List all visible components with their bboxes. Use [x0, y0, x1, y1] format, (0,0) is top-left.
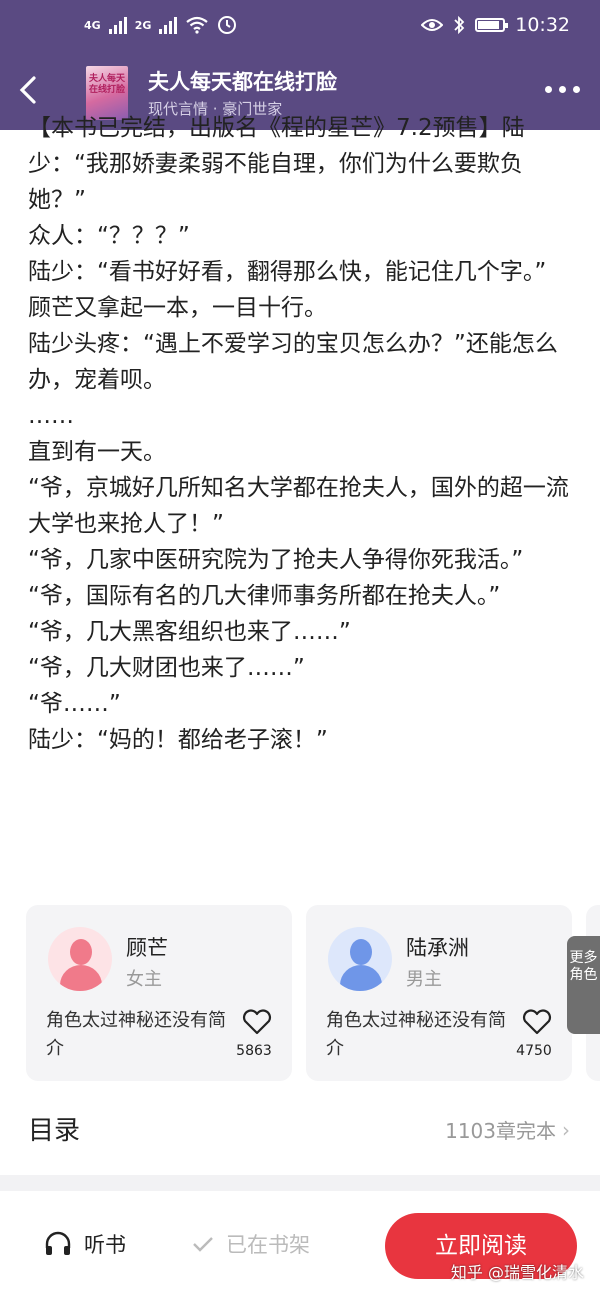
more-menu-icon[interactable]: [545, 86, 580, 93]
section-divider: [0, 1175, 600, 1191]
synopsis-paragraph: “爷，几家中医研究院为了抢夫人争得你死我活。”: [28, 547, 524, 573]
book-title: 夫人每天都在线打脸: [148, 70, 337, 94]
wifi-icon: [186, 16, 209, 34]
synopsis-paragraph: “爷，几大财团也来了……”: [28, 655, 305, 681]
listen-button[interactable]: 听书: [44, 1229, 126, 1259]
book-synopsis: 【本书已完结，出版名《程的星芒》7.2预售】陆少：“我那娇妻柔弱不能自理，你们为…: [28, 110, 580, 860]
synopsis-paragraph: “爷……”: [28, 691, 121, 717]
synopsis-paragraph: 【本书已完结，出版名《程的星芒》7.2预售】陆少：“我那娇妻柔弱不能自理，你们为…: [28, 115, 525, 213]
synopsis-paragraph: 陆少：“妈的！都给老子滚！”: [28, 727, 328, 753]
heart-icon[interactable]: [522, 1009, 552, 1035]
eye-icon: [421, 19, 444, 31]
catalog-title: 目录: [28, 1116, 81, 1146]
chapter-count: 1103章完本: [445, 1119, 556, 1143]
character-avatar: [328, 927, 392, 991]
synopsis-paragraph: “爷，京城好几所知名大学都在抢夫人，国外的超一流大学也来抢人了！”: [28, 475, 569, 537]
like-count: 5863: [236, 1043, 272, 1059]
battery-icon: [475, 18, 509, 32]
more-roles-button[interactable]: 更多角色: [567, 936, 600, 1034]
heart-icon[interactable]: [242, 1009, 272, 1035]
character-role: 男主: [406, 969, 442, 990]
check-icon: [193, 1237, 213, 1252]
synopsis-paragraph: “爷，几大黑客组织也来了……”: [28, 619, 351, 645]
timer-icon: [218, 16, 237, 34]
signal-bars-icon: [159, 16, 178, 34]
character-description: 角色太过神秘还没有简介: [326, 1010, 506, 1059]
bottom-action-bar: 听书 已在书架 立即阅读: [0, 1191, 600, 1300]
character-description: 角色太过神秘还没有简介: [46, 1010, 226, 1059]
synopsis-paragraph: 陆少头疼：“遇上不爱学习的宝贝怎么办？”还能怎么办，宠着呗。: [28, 331, 558, 393]
clock: 10:32: [515, 14, 570, 36]
back-arrow-icon[interactable]: [14, 70, 44, 110]
synopsis-paragraph: 直到有一天。: [28, 439, 166, 465]
character-card[interactable]: 陆承洲 男主 角色太过神秘还没有简介 4750: [306, 905, 572, 1081]
character-list: 顾芒 女主 角色太过神秘还没有简介 5863 陆承洲 男主 角色太过神秘还没有简…: [0, 905, 600, 1083]
watermark: 知乎 @瑞雪化清水: [450, 1263, 584, 1282]
shelf-label: 已在书架: [226, 1233, 310, 1257]
synopsis-paragraph: 众人：“？？？”: [28, 223, 190, 249]
bookshelf-status: 已在书架: [192, 1229, 310, 1259]
signal-label-1: 4G: [84, 18, 101, 32]
character-avatar: [48, 927, 112, 991]
bluetooth-icon: [454, 15, 465, 35]
synopsis-paragraph: 陆少：“看书好好看，翻得那么快，能记住几个字。”: [28, 259, 547, 285]
synopsis-paragraph: 顾芒又拿起一本，一目十行。: [28, 295, 327, 321]
headphones-icon: [45, 1231, 71, 1255]
cover-text: 夫人每天在线打脸: [89, 74, 126, 95]
status-bar: 4G 2G 10:32: [0, 0, 600, 50]
character-name: 陆承洲: [406, 936, 469, 960]
status-right: 10:32: [421, 12, 570, 38]
synopsis-paragraph: ……: [28, 403, 74, 429]
catalog-link[interactable]: 1103章完本 ›: [445, 1115, 570, 1144]
listen-label: 听书: [84, 1233, 126, 1257]
synopsis-paragraph: “爷，国际有名的几大律师事务所都在抢夫人。”: [28, 583, 501, 609]
signal-indicators: 4G 2G: [84, 12, 237, 38]
signal-bars-icon: [108, 16, 127, 34]
signal-label-2: 2G: [134, 18, 152, 32]
chevron-right-icon: ›: [562, 1117, 570, 1142]
character-card[interactable]: 顾芒 女主 角色太过神秘还没有简介 5863: [26, 905, 292, 1081]
character-role: 女主: [126, 969, 162, 990]
like-count: 4750: [516, 1043, 552, 1059]
character-name: 顾芒: [126, 936, 168, 960]
